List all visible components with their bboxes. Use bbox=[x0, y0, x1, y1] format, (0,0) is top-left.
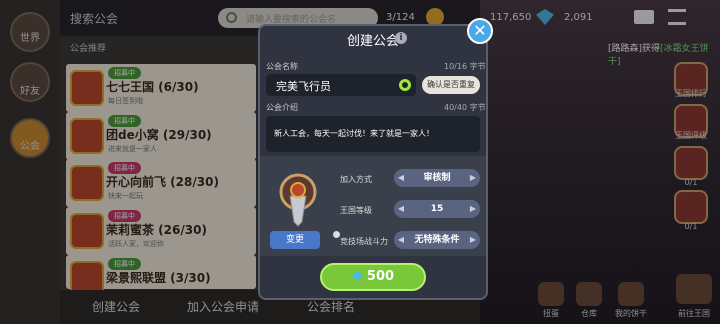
info-icon[interactable]: i bbox=[395, 32, 407, 44]
arena-power-selector[interactable]: ◀ 无特殊条件 ▶ bbox=[394, 231, 480, 249]
prev-arrow-icon[interactable]: ◀ bbox=[396, 169, 406, 187]
next-arrow-icon[interactable]: ▶ bbox=[468, 231, 478, 249]
check-duplicate-button[interactable]: 确认是否重复 bbox=[422, 76, 480, 94]
join-method-value: 审核制 bbox=[423, 173, 451, 183]
kingdom-level-selector[interactable]: ◀ 15 ▶ bbox=[394, 200, 480, 218]
guild-name-input[interactable]: 完美飞行员 bbox=[266, 74, 416, 96]
guild-crest-icon bbox=[268, 166, 328, 230]
join-method-label: 加入方式 bbox=[340, 175, 372, 184]
arena-info-icon bbox=[333, 231, 340, 238]
kingdom-level-value: 15 bbox=[430, 204, 444, 214]
name-valid-icon bbox=[399, 79, 411, 91]
guild-intro-count: 40/40 字节 bbox=[444, 103, 486, 112]
guild-name-count: 10/16 字节 bbox=[444, 62, 486, 71]
kingdom-level-label: 王国等级 bbox=[340, 206, 372, 215]
prev-arrow-icon[interactable]: ◀ bbox=[396, 231, 406, 249]
change-crest-button[interactable]: 变更 bbox=[270, 231, 320, 249]
gem-icon bbox=[351, 271, 363, 282]
create-confirm-button[interactable]: 500 bbox=[320, 263, 426, 291]
guild-intro-label: 公会介绍 bbox=[266, 103, 298, 112]
arena-power-label: 竞技场战斗力 bbox=[340, 237, 388, 246]
close-button[interactable]: ✕ bbox=[467, 18, 493, 44]
next-arrow-icon[interactable]: ▶ bbox=[468, 169, 478, 187]
join-method-selector[interactable]: ◀ 审核制 ▶ bbox=[394, 169, 480, 187]
arena-power-value: 无特殊条件 bbox=[414, 235, 460, 245]
guild-intro-input[interactable]: 新人工会，每天一起讨伐！来了就是一家人！ bbox=[266, 116, 480, 152]
guild-name-label: 公会名称 bbox=[266, 62, 298, 71]
next-arrow-icon[interactable]: ▶ bbox=[468, 200, 478, 218]
dialog-title: 创建公会 bbox=[346, 34, 399, 49]
price-value: 500 bbox=[366, 269, 395, 284]
prev-arrow-icon[interactable]: ◀ bbox=[396, 200, 406, 218]
